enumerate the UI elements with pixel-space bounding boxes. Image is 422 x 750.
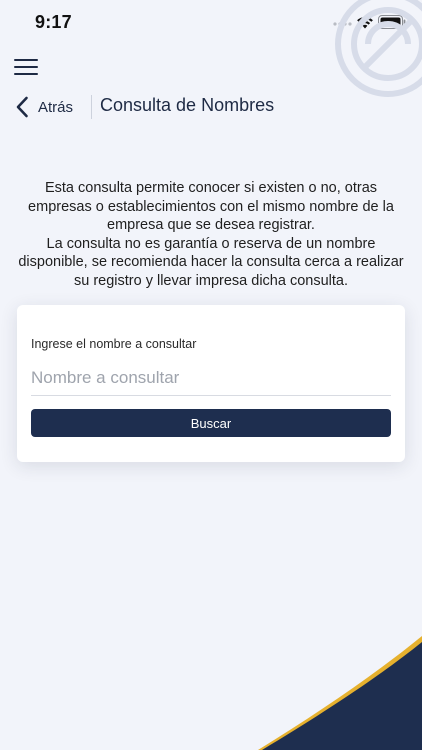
back-label: Atrás [38, 98, 74, 116]
intro-paragraph: La consulta no es garantía o reserva de … [18, 235, 404, 289]
status-time: 9:17 [35, 12, 72, 32]
search-card: Ingrese el nombre a consultar Buscar [17, 305, 405, 462]
intro-paragraph: Esta consulta permite conocer si existen… [28, 180, 394, 234]
name-search-input[interactable] [31, 361, 391, 396]
page-title: Consulta de Nombres [100, 95, 275, 115]
back-button[interactable]: Atrás [15, 92, 73, 122]
name-field-label: Ingrese el nombre a consultar [31, 337, 197, 351]
search-button[interactable]: Buscar [31, 409, 391, 437]
nav-divider [91, 95, 92, 119]
hamburger-menu-icon[interactable] [13, 56, 41, 78]
chevron-left-icon [16, 96, 28, 118]
intro-text: Esta consulta permite conocer si existen… [18, 179, 404, 291]
watermark-logo [335, 0, 422, 97]
